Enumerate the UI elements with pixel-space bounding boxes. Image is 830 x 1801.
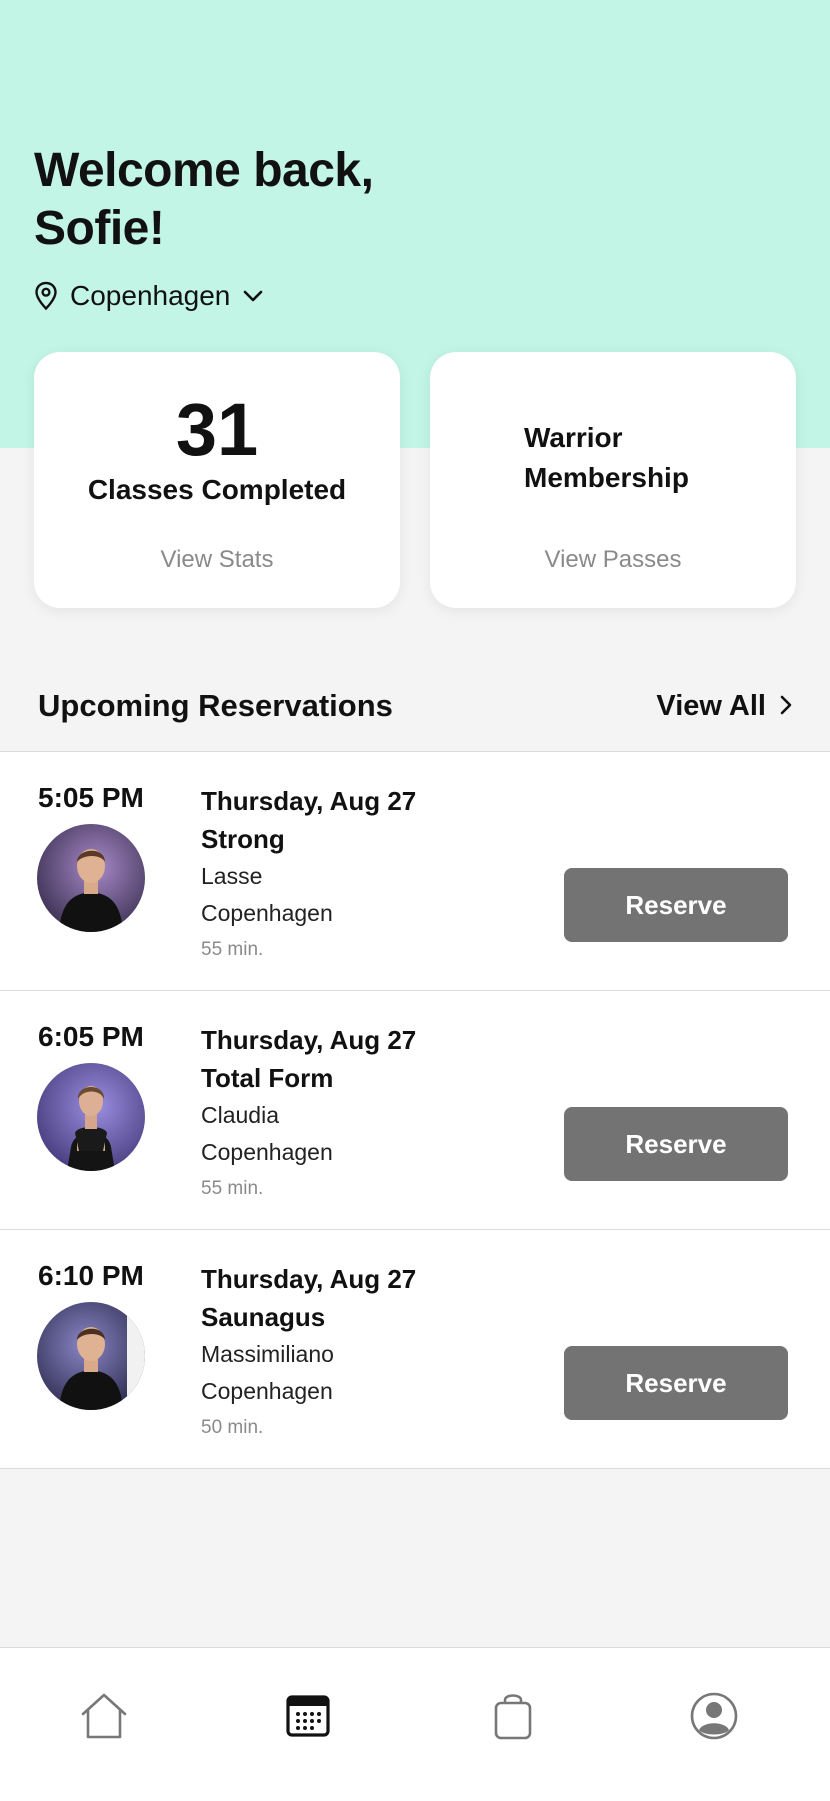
nav-shop[interactable] — [483, 1688, 543, 1748]
class-time: 6:10 PM — [38, 1260, 144, 1291]
instructor-avatar — [37, 1063, 145, 1171]
reservation-row: 6:10 PM Thursday, Aug 27 Saunagus Massim… — [0, 1230, 830, 1469]
view-all-label: View All — [656, 689, 766, 722]
location-label: Copenhagen — [70, 280, 231, 311]
welcome-line-1: Welcome back, — [34, 144, 374, 197]
reservation-row: 6:05 PM Thursday, Aug 27 Total Form Clau… — [0, 991, 830, 1230]
nav-home[interactable] — [74, 1688, 134, 1748]
class-name: Strong — [201, 824, 285, 854]
class-details: Thursday, Aug 27 Total Form Claudia Cope… — [201, 1021, 416, 1207]
class-time: 5:05 PM — [38, 782, 144, 813]
classes-completed-card: 31 Classes Completed View Stats — [34, 352, 400, 608]
studio-location: Copenhagen — [201, 900, 333, 926]
reserve-button[interactable]: Reserve — [564, 868, 788, 942]
instructor-name: Claudia — [201, 1102, 279, 1128]
view-stats-link[interactable]: View Stats — [34, 546, 400, 574]
class-name: Total Form — [201, 1063, 334, 1093]
chevron-down-icon — [242, 289, 264, 303]
reservation-row: 5:05 PM Thursday, Aug 27 Strong Lasse Co… — [0, 752, 830, 991]
instructor-avatar — [37, 1302, 145, 1410]
welcome-line-2: Sofie! — [34, 202, 165, 255]
view-all-button[interactable]: View All — [656, 690, 792, 723]
reserve-button[interactable]: Reserve — [564, 1346, 788, 1420]
class-duration: 50 min. — [201, 1417, 264, 1438]
instructor-name: Lasse — [201, 863, 263, 889]
location-selector[interactable]: Copenhagen — [34, 276, 264, 316]
view-passes-link[interactable]: View Passes — [430, 546, 796, 574]
membership-line-2: Membership — [524, 462, 689, 493]
home-icon — [78, 1690, 130, 1747]
class-time: 6:05 PM — [38, 1021, 144, 1052]
class-duration: 55 min. — [201, 939, 264, 960]
classes-completed-count: 31 — [175, 388, 259, 471]
welcome-heading: Welcome back, Sofie! — [34, 142, 534, 258]
shopping-bag-icon — [491, 1690, 535, 1747]
chevron-right-icon — [780, 690, 792, 723]
class-name: Saunagus — [201, 1302, 326, 1332]
class-duration: 55 min. — [201, 1178, 264, 1199]
studio-location: Copenhagen — [201, 1139, 333, 1165]
class-date: Thursday, Aug 27 — [201, 1025, 417, 1055]
class-date: Thursday, Aug 27 — [201, 1264, 417, 1294]
reservations-header: Upcoming Reservations View All — [38, 686, 792, 726]
membership-card: Warrior Membership View Passes — [430, 352, 796, 608]
nav-schedule[interactable] — [278, 1688, 338, 1748]
nav-profile[interactable] — [684, 1688, 744, 1748]
classes-completed-label: Classes Completed — [87, 474, 347, 505]
membership-name: Warrior Membership — [524, 418, 784, 498]
reservation-list: 5:05 PM Thursday, Aug 27 Strong Lasse Co… — [0, 751, 830, 1469]
bottom-nav — [0, 1647, 830, 1801]
instructor-avatar — [37, 824, 145, 932]
reserve-button[interactable]: Reserve — [564, 1107, 788, 1181]
profile-icon — [688, 1690, 740, 1747]
membership-line-1: Warrior — [524, 422, 623, 453]
map-pin-icon — [34, 281, 58, 311]
studio-location: Copenhagen — [201, 1378, 333, 1404]
calendar-icon — [284, 1692, 332, 1745]
section-title: Upcoming Reservations — [38, 688, 393, 723]
instructor-name: Massimiliano — [201, 1341, 334, 1367]
class-details: Thursday, Aug 27 Strong Lasse Copenhagen… — [201, 782, 416, 968]
class-date: Thursday, Aug 27 — [201, 786, 417, 816]
class-details: Thursday, Aug 27 Saunagus Massimiliano C… — [201, 1260, 416, 1446]
